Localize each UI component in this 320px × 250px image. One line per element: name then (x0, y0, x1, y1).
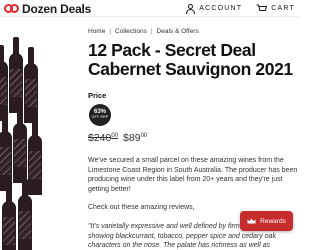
product-title-line: 12 Pack - Secret Deal (88, 40, 256, 60)
sale-price: $8900 (123, 132, 148, 144)
account-link[interactable]: ACCOUNT (199, 5, 242, 12)
rewards-button[interactable]: Rewards (240, 211, 293, 231)
wine-bottle-image (13, 107, 27, 183)
wine-bottle-image (9, 37, 23, 113)
product-image[interactable] (0, 35, 80, 250)
site-logo[interactable]: Dozen Deals (4, 1, 92, 16)
breadcrumb: Home | Collections | Deals & Offers (88, 28, 199, 35)
logo-text: Dozen Deals (22, 1, 92, 16)
wine-bottle-image (0, 45, 8, 121)
wine-bottle-image (18, 179, 32, 250)
product-description: We've secured a small parcel on these am… (88, 157, 298, 193)
breadcrumb-collections[interactable]: Collections (115, 28, 147, 35)
crown-icon (247, 218, 256, 224)
cart-icon[interactable] (256, 4, 268, 13)
price-row: $24000 $8900 (88, 132, 147, 144)
cart-link[interactable]: CART (271, 5, 295, 12)
breadcrumb-deals[interactable]: Deals & Offers (157, 28, 199, 35)
account-icon[interactable] (186, 3, 196, 14)
header-nav: ACCOUNT CART (186, 3, 295, 14)
logo-rings-icon (4, 4, 19, 13)
discount-badge: 63% OFF RRP (89, 104, 111, 126)
rewards-label: Rewards (260, 217, 286, 225)
wine-bottle-image (2, 185, 16, 250)
site-header: Dozen Deals ACCOUNT CART (0, 0, 299, 17)
wine-bottle-image (0, 115, 12, 191)
product-title-line: Cabernet Sauvignon 2021 (88, 59, 293, 79)
discount-text: OFF RRP (91, 115, 109, 119)
compare-at-price: $24000 (88, 132, 119, 144)
breadcrumb-home[interactable]: Home (88, 28, 105, 35)
price-label: Price (88, 91, 107, 100)
product-title: 12 Pack - Secret Deal Cabernet Sauvignon… (88, 41, 298, 79)
